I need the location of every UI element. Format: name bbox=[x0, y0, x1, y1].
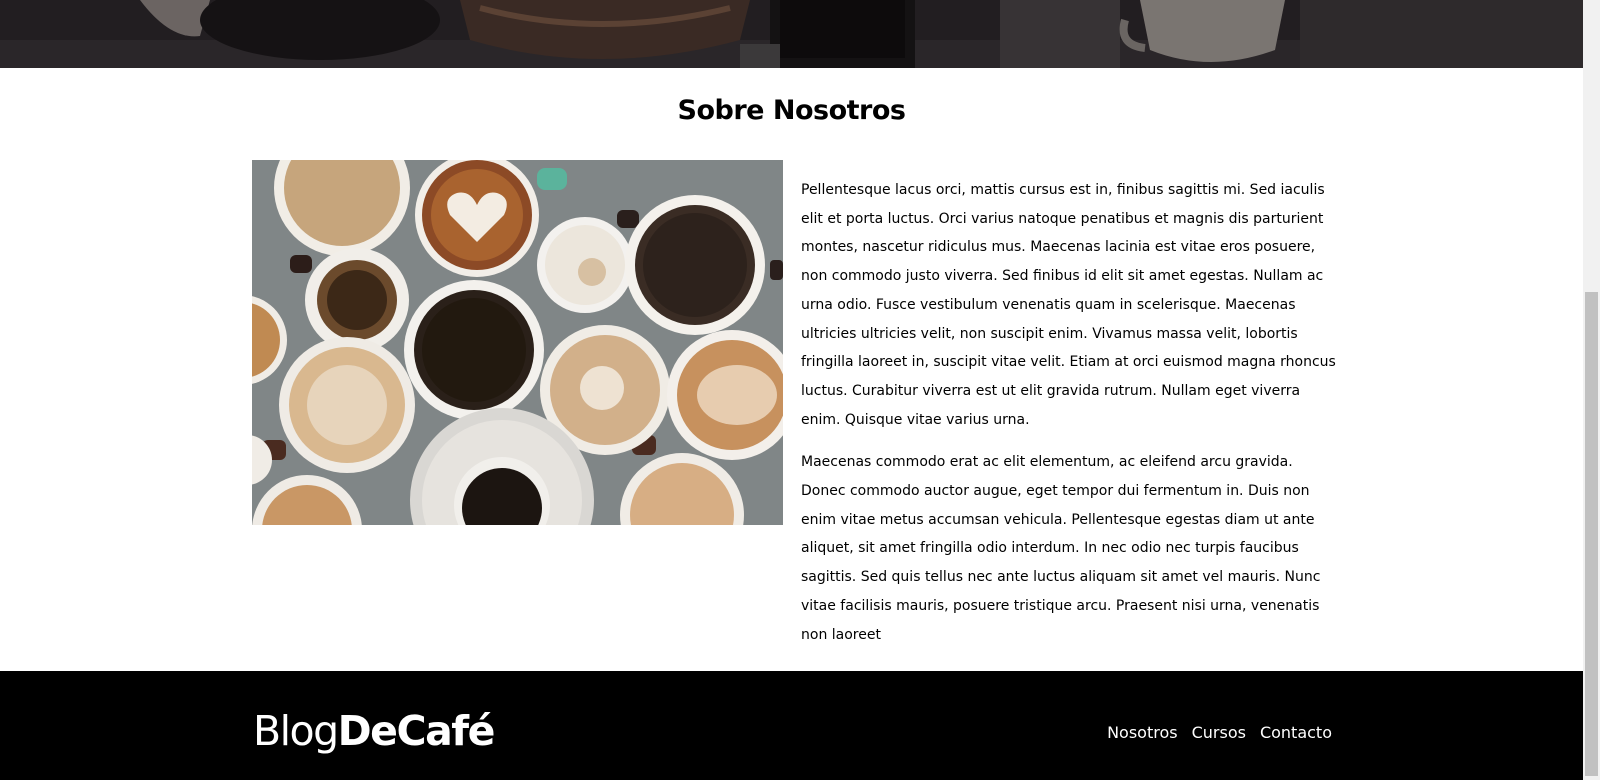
about-paragraph-1: Pellentesque lacus orci, mattis cursus e… bbox=[801, 182, 1336, 428]
site-footer: BlogDeCafé Nosotros Cursos Contacto bbox=[0, 671, 1583, 780]
logo-bold-text: DeCafé bbox=[337, 707, 496, 755]
about-paragraph-2: Maecenas commodo erat ac elit elementum,… bbox=[801, 454, 1321, 643]
hero-coffee-table-image bbox=[0, 0, 1583, 68]
scrollbar-thumb[interactable] bbox=[1585, 292, 1598, 776]
footer-nav-cursos[interactable]: Cursos bbox=[1192, 723, 1246, 742]
footer-logo[interactable]: BlogDeCafé bbox=[253, 711, 495, 752]
section-title: Sobre Nosotros bbox=[677, 95, 906, 126]
logo-light-text: Blog bbox=[253, 707, 339, 755]
hero-image bbox=[0, 0, 1583, 68]
footer-nav: Nosotros Cursos Contacto bbox=[1107, 723, 1332, 742]
coffee-cups-illustration bbox=[252, 160, 783, 525]
coffee-cups-image bbox=[252, 160, 783, 525]
vertical-scrollbar[interactable] bbox=[1583, 0, 1600, 780]
footer-nav-nosotros[interactable]: Nosotros bbox=[1107, 723, 1178, 742]
footer-nav-contacto[interactable]: Contacto bbox=[1260, 723, 1332, 742]
about-text: Pellentesque lacus orci, mattis cursus e… bbox=[801, 176, 1337, 663]
